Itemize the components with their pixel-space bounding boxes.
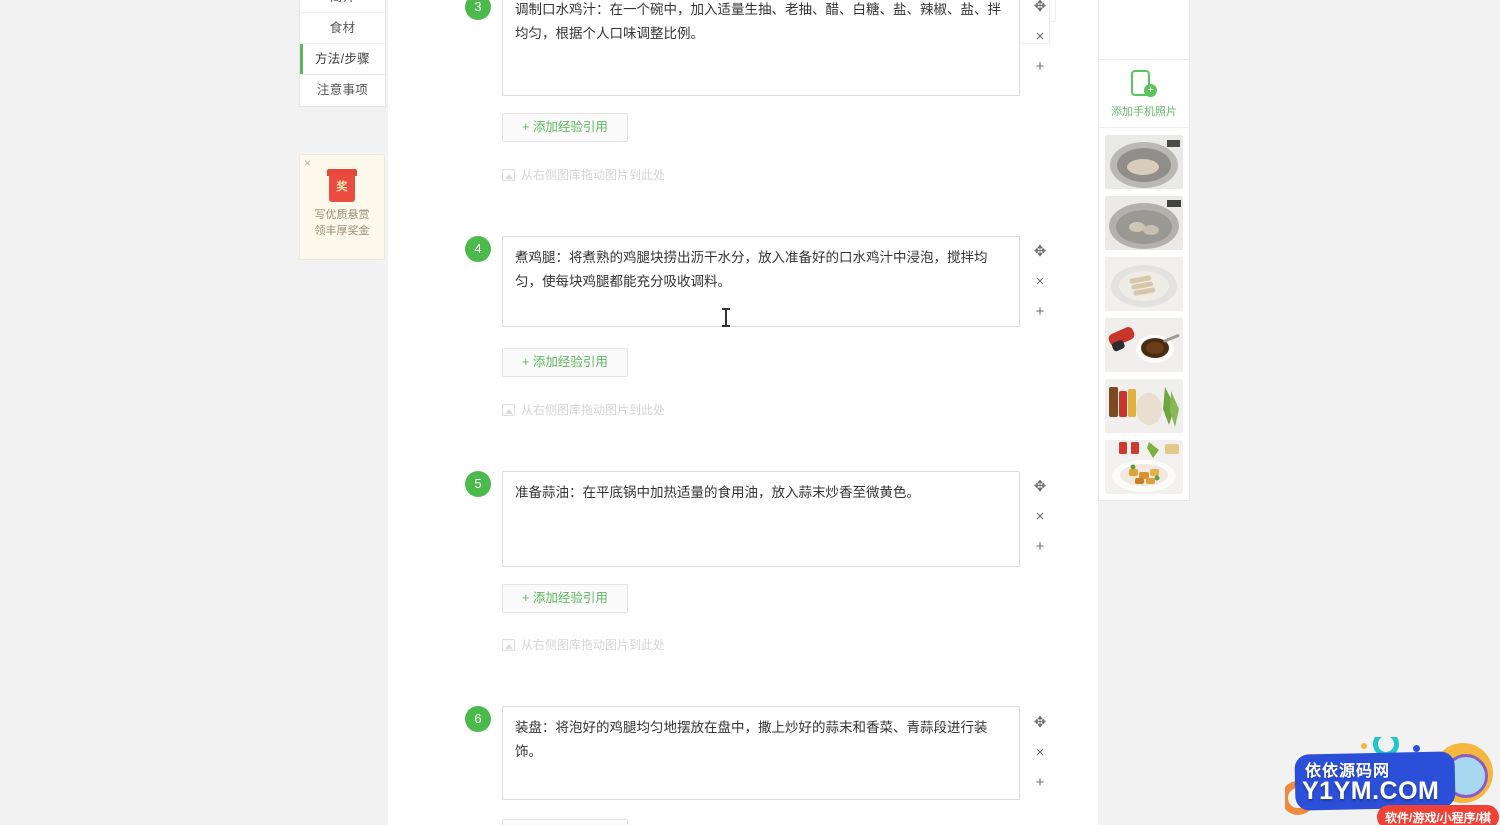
image-icon <box>502 638 515 651</box>
sidebar-item-label: 简介 <box>330 0 356 4</box>
step-number-badge: 5 <box>465 471 491 497</box>
step-number-badge: 3 <box>465 0 491 20</box>
watermark-dot-yellow <box>1361 743 1367 749</box>
watermark-dot-blue <box>1413 745 1420 752</box>
image-icon <box>502 168 515 181</box>
add-icon[interactable]: + <box>1029 52 1051 82</box>
add-phone-photo-label: 添加手机照片 <box>1111 106 1177 118</box>
sidebar-item-ingredients[interactable]: 食材 <box>300 13 385 44</box>
watermark-tagline: 软件/游戏/小程序/棋牌 <box>1385 811 1492 825</box>
pot-with-chicken-1-image <box>1105 135 1183 189</box>
ingredients-layout-image <box>1105 379 1183 433</box>
step-number-badge: 6 <box>465 706 491 732</box>
move-icon[interactable]: ✥ <box>1029 708 1051 738</box>
step-action-icons: ✥ × + <box>1029 708 1051 798</box>
gallery-thumbnail[interactable] <box>1105 135 1183 189</box>
gallery-thumbnail[interactable] <box>1105 440 1183 494</box>
image-icon <box>502 403 515 416</box>
image-drop-hint: 从右侧图库拖动图片到此处 <box>502 636 665 653</box>
step-text-input[interactable]: 煮鸡腿：将煮熟的鸡腿块捞出沥干水分，放入准备好的口水鸡汁中浸泡，搅拌均匀，使每块… <box>502 236 1020 327</box>
close-icon[interactable]: × <box>304 157 311 169</box>
prize-envelope-icon: 奖 <box>327 169 357 203</box>
left-gutter <box>0 0 299 825</box>
step-action-icons: ✥ × + <box>1029 472 1051 562</box>
image-drop-hint-label: 从右侧图库拖动图片到此处 <box>521 403 666 417</box>
add-experience-quote-button[interactable]: + 添加经验引用 <box>502 113 628 142</box>
move-icon[interactable]: ✥ <box>1029 0 1051 22</box>
section-nav-tabs: 简介 食材 方法/步骤 注意事项 <box>299 0 386 107</box>
image-gallery-panel: + 添加手机照片 <box>1098 0 1190 501</box>
add-experience-quote-button[interactable]: + 添加经验引用 <box>502 819 628 825</box>
gallery-thumbnail[interactable] <box>1105 196 1183 250</box>
app-root: 简介 食材 方法/步骤 注意事项 × 奖 写优质悬赏 领丰厚奖金 <box>0 0 1500 825</box>
add-experience-quote-button[interactable]: + 添加经验引用 <box>502 348 628 377</box>
pot-with-chicken-2-image <box>1105 196 1183 250</box>
gallery-thumbnail[interactable] <box>1105 379 1183 433</box>
left-sidebar: 简介 食材 方法/步骤 注意事项 × 奖 写优质悬赏 领丰厚奖金 <box>299 0 387 825</box>
watermark-tagline-plate: 软件/游戏/小程序/棋牌 <box>1377 805 1499 825</box>
steps-editor-panel: 3 调制口水鸡汁：在一个碗中，加入适量生抽、老抽、醋、白糖、盐、辣椒、盐、拌均匀… <box>388 0 1098 825</box>
finished-dish-plate-image <box>1105 440 1183 494</box>
add-icon[interactable]: + <box>1029 297 1051 327</box>
promo-line-1: 写优质悬赏 <box>314 209 370 221</box>
sauce-bowl-with-bottles-image <box>1105 318 1183 372</box>
step-action-icons: ✥ × + <box>1029 237 1051 327</box>
add-icon[interactable]: + <box>1029 768 1051 798</box>
sidebar-item-label: 食材 <box>329 21 356 35</box>
close-icon[interactable]: × <box>1029 738 1051 768</box>
step-text-input[interactable]: 装盘：将泡好的鸡腿均匀地摆放在盘中，撒上炒好的蒜末和香菜、青蒜段进行装饰。 <box>502 706 1020 800</box>
add-experience-quote-button[interactable]: + 添加经验引用 <box>502 584 628 613</box>
image-drop-hint: 从右侧图库拖动图片到此处 <box>502 166 665 183</box>
image-drop-hint: 从右侧图库拖动图片到此处 <box>502 401 665 418</box>
close-icon[interactable]: × <box>1029 22 1051 52</box>
promo-card[interactable]: × 奖 写优质悬赏 领丰厚奖金 <box>299 154 385 260</box>
sliced-chicken-on-plate-image <box>1105 257 1183 311</box>
promo-line-2: 领丰厚奖金 <box>314 225 370 237</box>
watermark-domain: Y1YM.COM <box>1302 777 1440 805</box>
right-sidebar: + 添加手机照片 <box>1098 0 1500 825</box>
gallery-header <box>1099 0 1189 60</box>
prize-icon-char: 奖 <box>336 181 348 193</box>
image-drop-hint-label: 从右侧图库拖动图片到此处 <box>521 638 666 652</box>
add-icon[interactable]: + <box>1029 532 1051 562</box>
add-phone-photo-button[interactable]: + 添加手机照片 <box>1099 60 1189 128</box>
sidebar-item-notes[interactable]: 注意事项 <box>300 75 385 106</box>
step-action-icons: ✥ × + <box>1029 0 1051 82</box>
phone-add-icon: + <box>1131 70 1157 98</box>
move-icon[interactable]: ✥ <box>1029 237 1051 267</box>
step-number-badge: 4 <box>465 236 491 262</box>
sidebar-item-label: 方法/步骤 <box>315 52 370 66</box>
gallery-thumbnail[interactable] <box>1105 318 1183 372</box>
step-text-input[interactable]: 调制口水鸡汁：在一个碗中，加入适量生抽、老抽、醋、白糖、盐、辣椒、盐、拌均匀，根… <box>502 0 1020 96</box>
text-cursor <box>722 308 730 327</box>
close-icon[interactable]: × <box>1029 502 1051 532</box>
sidebar-item-steps[interactable]: 方法/步骤 <box>300 44 385 75</box>
site-watermark: 依依源码网 Y1YM.COM 软件/游戏/小程序/棋牌 <box>1285 737 1500 825</box>
sidebar-item-label: 注意事项 <box>316 83 369 97</box>
image-drop-hint-label: 从右侧图库拖动图片到此处 <box>521 168 666 182</box>
step-text-input[interactable]: 准备蒜油：在平底锅中加热适量的食用油，放入蒜末炒香至微黄色。 <box>502 471 1020 567</box>
sidebar-item-intro[interactable]: 简介 <box>300 0 385 13</box>
move-icon[interactable]: ✥ <box>1029 472 1051 502</box>
gallery-thumbnail[interactable] <box>1105 257 1183 311</box>
close-icon[interactable]: × <box>1029 267 1051 297</box>
